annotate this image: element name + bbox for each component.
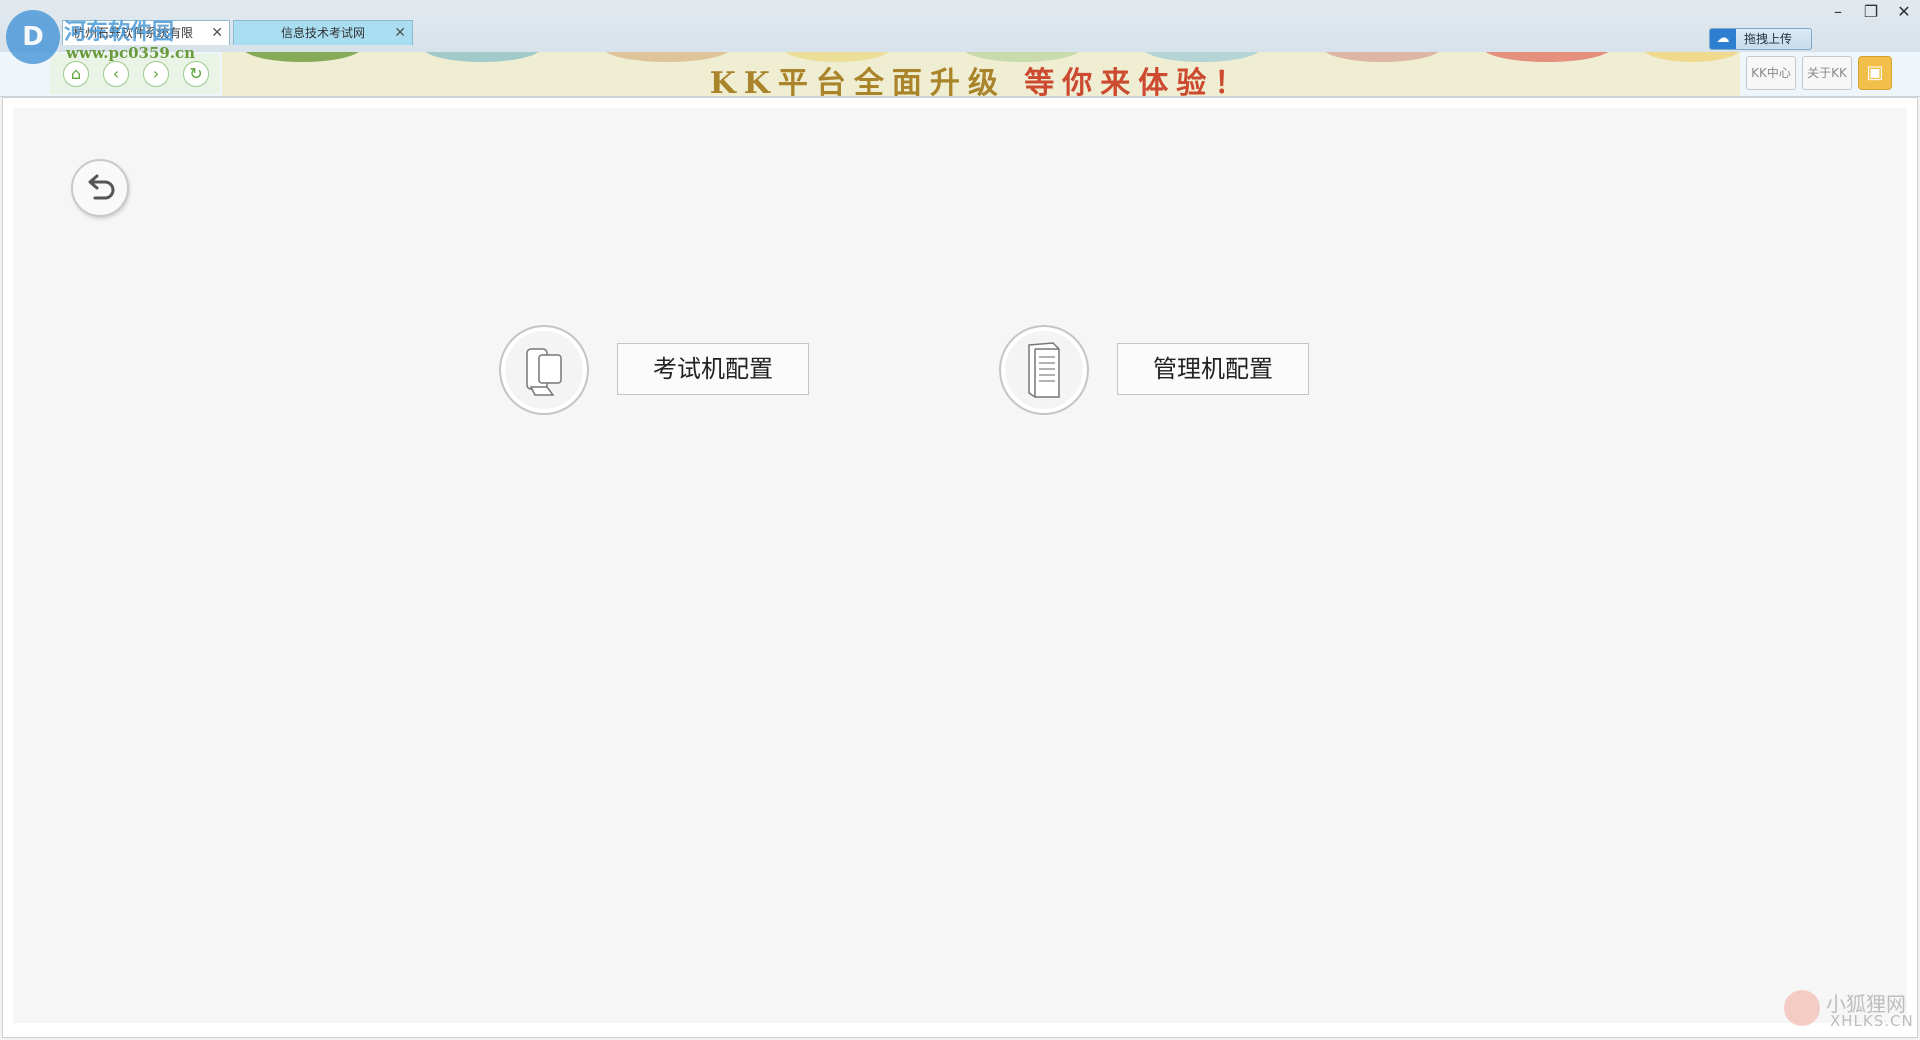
site-watermark-url: www.pc0359.cn: [66, 44, 196, 62]
title-bar: 杭州石开软件系统有限 ✕ 信息技术考试网 ✕ ☁ 拖拽上传 – ❐ ✕: [0, 0, 1920, 52]
fox-watermark-logo: [1784, 990, 1820, 1026]
undo-arrow-icon: [88, 174, 115, 200]
tab-info-tech-exam[interactable]: 信息技术考试网 ✕: [233, 20, 413, 45]
banner-text-main: KK平台全面升级: [709, 66, 1006, 96]
briefcase-icon[interactable]: ▣: [1858, 56, 1892, 90]
main-panel: 考试机配置 管理机配置: [2, 97, 1918, 1038]
server-tower-graphic: [1028, 342, 1060, 398]
home-icon: ⌂: [70, 64, 82, 83]
chevron-right-icon: ›: [152, 64, 160, 83]
exam-computer-icon[interactable]: [499, 325, 589, 415]
drag-upload-button[interactable]: ☁ 拖拽上传: [1709, 28, 1812, 50]
banner-text-accent: 等你来体验！: [1024, 66, 1253, 96]
toolbar: ⌂ ‹ › ↻ KK平台全面升级 等你来体验！ KK中心 关于KK ▣: [0, 52, 1920, 97]
refresh-icon: ↻: [189, 64, 203, 83]
site-watermark-logo: D: [6, 10, 60, 64]
fox-watermark-en: XHLKS.CN: [1830, 1012, 1914, 1030]
tab-label: 信息技术考试网: [280, 26, 365, 40]
back-button[interactable]: [71, 159, 129, 217]
site-watermark-name: 河东软件园: [64, 19, 175, 45]
kk-center-button[interactable]: KK中心: [1746, 56, 1796, 90]
admin-machine-config-button[interactable]: 管理机配置: [1117, 343, 1309, 395]
exam-machine-config-button[interactable]: 考试机配置: [617, 343, 809, 395]
minimize-button[interactable]: –: [1823, 2, 1853, 21]
server-tower-icon[interactable]: [999, 325, 1089, 415]
home-button[interactable]: ⌂: [63, 61, 89, 87]
restore-button[interactable]: ❐: [1856, 2, 1886, 21]
forward-nav-button[interactable]: ›: [143, 61, 169, 87]
close-window-button[interactable]: ✕: [1889, 2, 1919, 21]
back-nav-button[interactable]: ‹: [103, 61, 129, 87]
close-icon[interactable]: ✕: [394, 21, 406, 45]
cloud-icon: ☁: [1710, 29, 1736, 49]
banner-text: KK平台全面升级 等你来体验！: [222, 58, 1740, 96]
exam-computer-graphic: [526, 348, 562, 396]
about-kk-button[interactable]: 关于KK: [1802, 56, 1852, 90]
close-icon[interactable]: ✕: [211, 21, 223, 45]
refresh-button[interactable]: ↻: [183, 61, 209, 87]
promo-banner[interactable]: KK平台全面升级 等你来体验！: [222, 52, 1740, 96]
upload-label: 拖拽上传: [1744, 32, 1793, 46]
content-area: 考试机配置 管理机配置: [13, 108, 1907, 1023]
chevron-left-icon: ‹: [112, 64, 120, 83]
